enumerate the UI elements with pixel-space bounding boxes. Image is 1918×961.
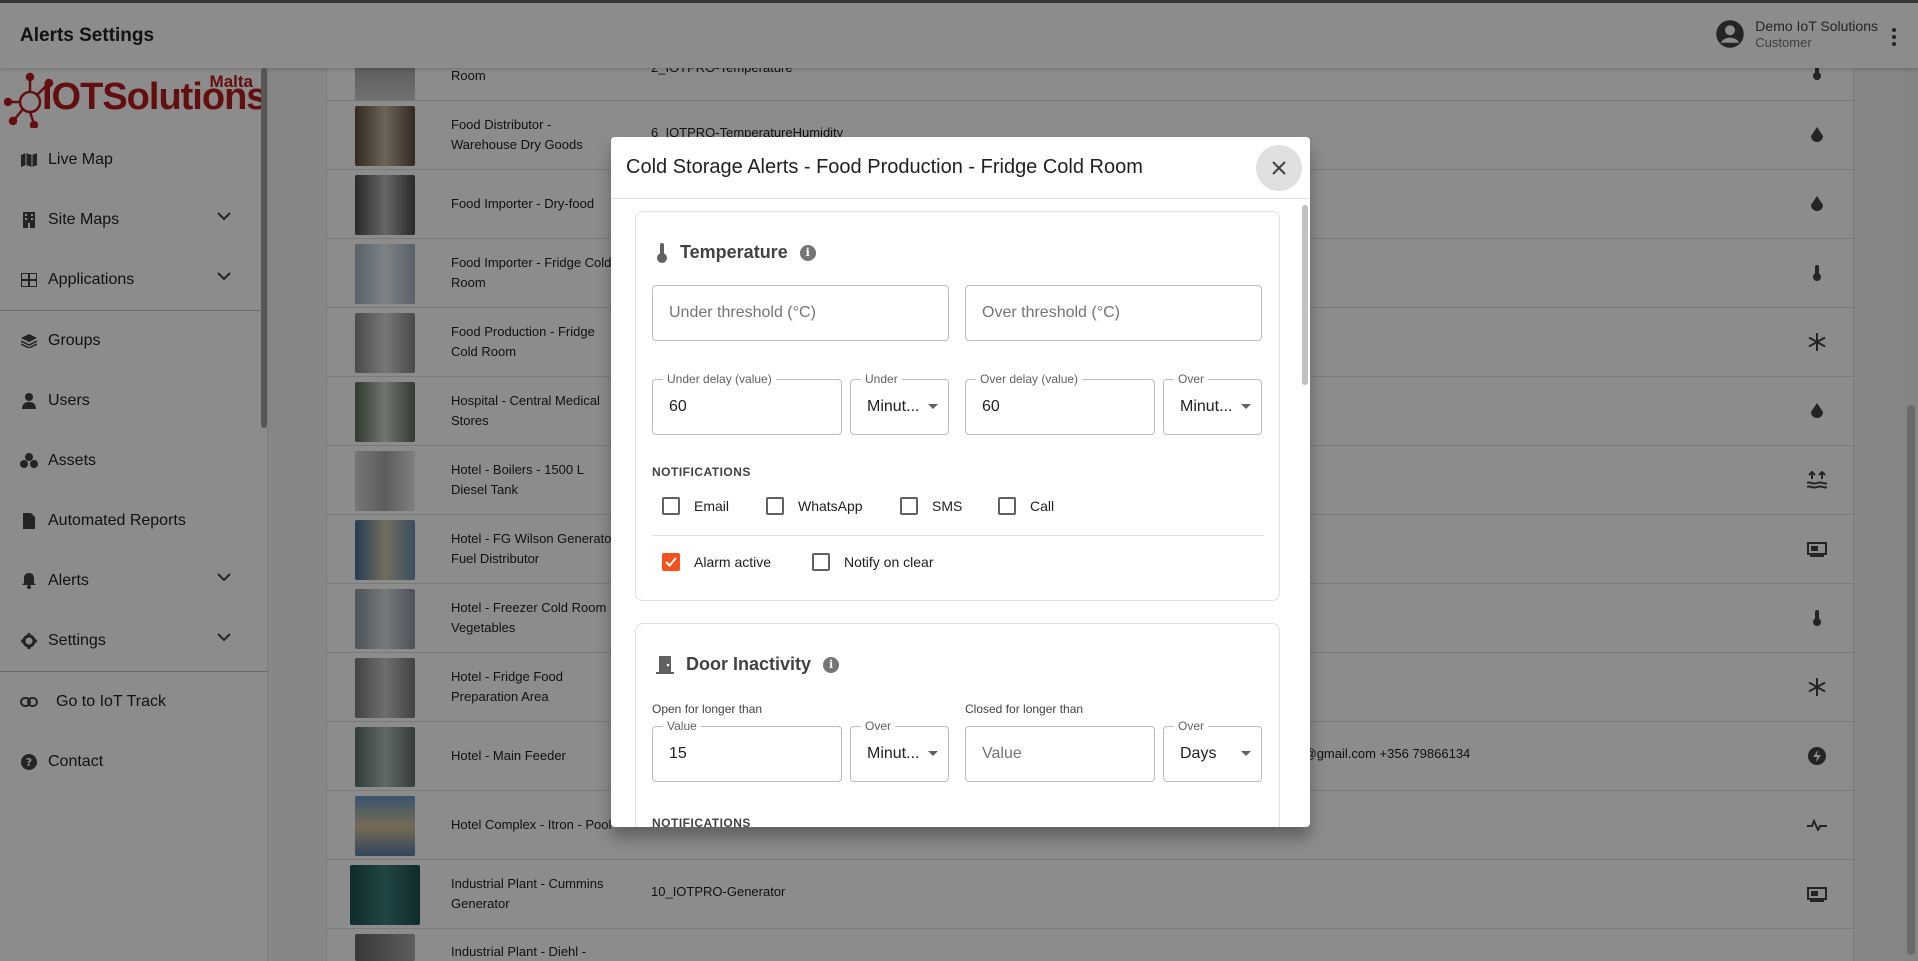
under-unit-value: Minut... xyxy=(867,398,920,415)
temperature-card: Temperature i Under threshold (°C) Over … xyxy=(635,211,1280,601)
over-unit-value: Minut... xyxy=(1180,398,1233,415)
info-icon[interactable]: i xyxy=(823,656,840,673)
closed-duration-placeholder: Value xyxy=(982,745,1022,762)
open-value-label: Value xyxy=(663,719,701,733)
open-longer-label: Open for longer than xyxy=(652,702,763,716)
checkbox-label: WhatsApp xyxy=(798,498,863,514)
open-duration-input[interactable]: Value 15 xyxy=(652,719,842,782)
close-icon xyxy=(1272,161,1286,175)
over-unit-select[interactable]: Over Minut... xyxy=(1163,372,1262,435)
sms-checkbox[interactable]: SMS xyxy=(900,497,962,515)
closed-unit-value: Days xyxy=(1180,745,1217,762)
under-delay-label: Under delay (value) xyxy=(663,372,776,386)
thermometer-icon xyxy=(657,242,667,263)
dialog-header: Cold Storage Alerts - Food Production - … xyxy=(611,137,1310,199)
checkbox-label: Call xyxy=(1030,498,1055,514)
checkbox-box xyxy=(998,497,1016,515)
checkbox-box xyxy=(662,497,680,515)
checkbox-box xyxy=(812,553,830,571)
checkbox-box xyxy=(900,497,918,515)
under-threshold-placeholder: Under threshold (°C) xyxy=(669,304,816,321)
over-delay-label: Over delay (value) xyxy=(976,372,1083,386)
over-unit-label: Over xyxy=(1174,372,1209,386)
notifications-label: NOTIFICATIONS xyxy=(652,465,751,479)
open-unit-select[interactable]: Over Minut... xyxy=(850,719,949,782)
checkbox-label: SMS xyxy=(932,498,963,514)
caret-down-icon xyxy=(1241,404,1251,409)
checkbox-box-checked xyxy=(662,553,680,571)
door-inactivity-card: Door Inactivity i Open for longer than C… xyxy=(635,623,1280,827)
close-button[interactable] xyxy=(1256,145,1302,191)
alarm-active-checkbox[interactable]: Alarm active xyxy=(662,553,771,571)
notifications-label: NOTIFICATIONS xyxy=(652,816,751,827)
door-heading: Door Inactivity i xyxy=(656,654,840,675)
closed-longer-label: Closed for longer than xyxy=(965,702,1084,716)
over-threshold-input[interactable]: Over threshold (°C) xyxy=(965,285,1262,341)
closed-duration-input[interactable]: Value xyxy=(965,726,1155,782)
dialog-title: Cold Storage Alerts - Food Production - … xyxy=(626,156,1143,178)
checkbox-label: Alarm active xyxy=(694,554,772,570)
closed-unit-label: Over xyxy=(1174,719,1209,733)
under-delay-input[interactable]: Under delay (value) 60 xyxy=(652,372,842,435)
open-unit-value: Minut... xyxy=(867,745,920,762)
checkbox-box xyxy=(766,497,784,515)
door-heading-label: Door Inactivity xyxy=(686,654,812,674)
over-threshold-placeholder: Over threshold (°C) xyxy=(982,304,1120,321)
open-duration-value: 15 xyxy=(669,745,687,762)
email-checkbox[interactable]: Email xyxy=(662,497,729,515)
info-icon[interactable]: i xyxy=(799,244,816,261)
over-delay-input[interactable]: Over delay (value) 60 xyxy=(965,372,1155,435)
notify-on-clear-checkbox[interactable]: Notify on clear xyxy=(812,553,933,571)
caret-down-icon xyxy=(1241,751,1251,756)
whatsapp-checkbox[interactable]: WhatsApp xyxy=(766,497,863,515)
caret-down-icon xyxy=(928,751,938,756)
divider xyxy=(652,535,1264,536)
temperature-heading: Temperature i xyxy=(656,242,816,263)
call-checkbox[interactable]: Call xyxy=(998,497,1054,515)
caret-down-icon xyxy=(928,404,938,409)
closed-unit-select[interactable]: Over Days xyxy=(1163,719,1262,782)
over-delay-value: 60 xyxy=(982,398,1000,415)
under-unit-label: Under xyxy=(861,372,902,386)
under-delay-value: 60 xyxy=(669,398,687,415)
checkbox-label: Notify on clear xyxy=(844,554,934,570)
door-icon xyxy=(656,655,674,674)
temperature-heading-label: Temperature xyxy=(680,242,788,262)
under-unit-select[interactable]: Under Minut... xyxy=(850,372,949,435)
dialog-body[interactable]: Temperature i Under threshold (°C) Over … xyxy=(611,199,1310,827)
cold-storage-alerts-dialog: Cold Storage Alerts - Food Production - … xyxy=(611,137,1310,827)
dialog-scrollbar[interactable] xyxy=(1302,205,1308,385)
open-unit-label: Over xyxy=(861,719,896,733)
under-threshold-input[interactable]: Under threshold (°C) xyxy=(652,285,949,341)
checkbox-label: Email xyxy=(694,498,730,514)
check-icon xyxy=(665,557,677,567)
